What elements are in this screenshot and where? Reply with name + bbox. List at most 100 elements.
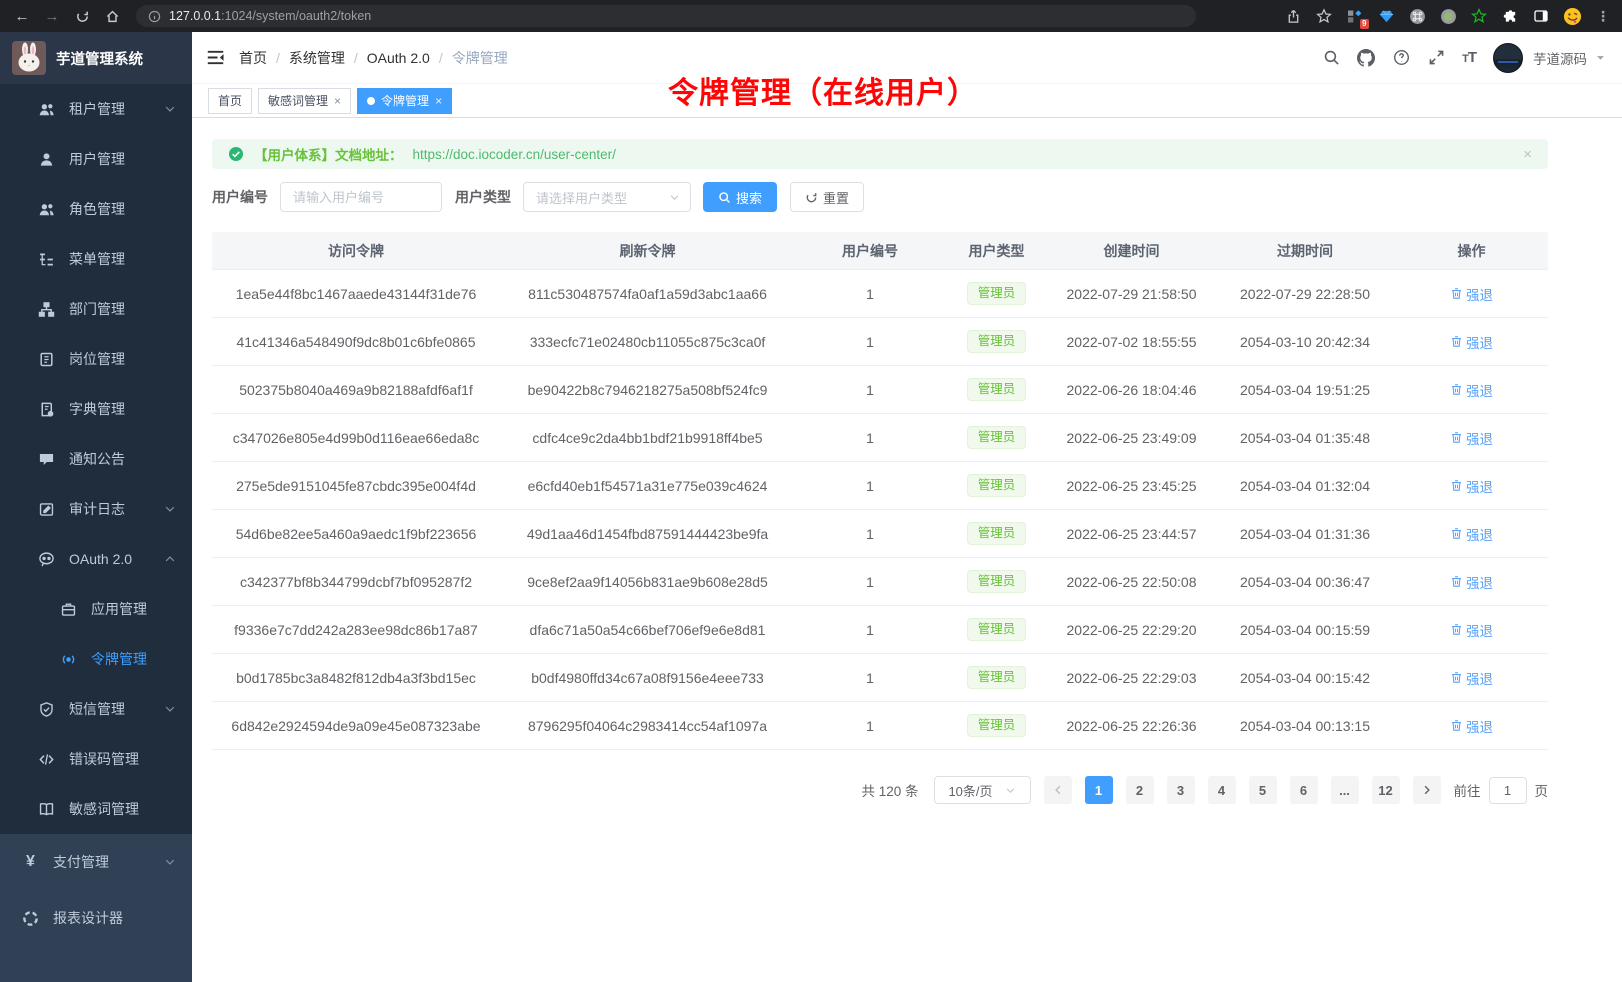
browser-menu-icon[interactable]: ⋮ [1592, 5, 1614, 27]
user-type-select[interactable]: 请选择用户类型 [523, 182, 691, 212]
page-button-1[interactable]: 1 [1085, 776, 1113, 804]
help-icon[interactable] [1392, 49, 1410, 67]
sidebar-item-post[interactable]: 岗位管理 [0, 334, 192, 384]
force-logout-button[interactable]: 强退 [1450, 524, 1493, 544]
column-header: 过期时间 [1215, 241, 1395, 261]
extension-grid-icon[interactable]: 9 [1344, 5, 1366, 27]
breadcrumb-item[interactable]: OAuth 2.0 [367, 50, 430, 66]
side-panel-icon[interactable] [1530, 5, 1552, 27]
force-logout-button[interactable]: 强退 [1450, 716, 1493, 736]
page-button-4[interactable]: 4 [1208, 776, 1236, 804]
user-icon [38, 151, 55, 168]
table-row: c342377bf8b344799dcbf7bf095287f29ce8ef2a… [212, 558, 1548, 606]
prev-page-button[interactable] [1044, 776, 1072, 804]
github-icon[interactable] [1357, 49, 1375, 67]
share-icon[interactable] [1282, 5, 1304, 27]
alert-doc-link[interactable]: https://doc.iocoder.cn/user-center/ [413, 147, 616, 162]
tab-sensitive-word[interactable]: 敏感词管理× [258, 88, 351, 114]
table-row: 502375b8040a469a9b82188afdf6af1fbe90422b… [212, 366, 1548, 414]
sidebar-item-dict[interactable]: 字典管理 [0, 384, 192, 434]
profile-avatar-icon[interactable] [1561, 5, 1583, 27]
app-logo[interactable]: 芋道管理系统 [0, 32, 192, 84]
next-page-button[interactable] [1413, 776, 1441, 804]
command-extension-icon[interactable] [1406, 5, 1428, 27]
page-buttons: 123456...12 [1085, 776, 1400, 804]
page-size-select[interactable]: 10条/页 [934, 776, 1031, 804]
force-logout-button[interactable]: 强退 [1450, 332, 1493, 352]
sidebar-item-oauth2-token[interactable]: 令牌管理 [0, 634, 192, 684]
sidebar-item-error-code[interactable]: 错误码管理 [0, 734, 192, 784]
user-name[interactable]: 芋道源码 [1533, 48, 1587, 68]
sidebar-item-notice[interactable]: 通知公告 [0, 434, 192, 484]
goto-page-input[interactable] [1489, 777, 1527, 804]
browser-refresh-icon[interactable] [68, 3, 96, 29]
sidebar-item-tenant[interactable]: 租户管理 [0, 84, 192, 134]
sidebar-item-report-designer[interactable]: 报表设计器 [0, 890, 192, 946]
user-id-label: 用户编号 [212, 187, 268, 207]
sidebar-item-menu[interactable]: 菜单管理 [0, 234, 192, 284]
force-logout-label: 强退 [1466, 620, 1493, 640]
force-logout-button[interactable]: 强退 [1450, 572, 1493, 592]
close-icon[interactable]: × [334, 94, 341, 108]
force-logout-label: 强退 [1466, 476, 1493, 496]
force-logout-button[interactable]: 强退 [1450, 668, 1493, 688]
sidebar-item-dept[interactable]: 部门管理 [0, 284, 192, 334]
sidebar-fold-icon[interactable] [206, 48, 225, 67]
page-button-5[interactable]: 5 [1249, 776, 1277, 804]
user-id-input[interactable] [280, 182, 442, 212]
search-button[interactable]: 搜索 [703, 182, 777, 212]
tab-token[interactable]: 令牌管理× [357, 88, 452, 114]
refresh-icon [805, 191, 818, 204]
sidebar-item-user[interactable]: 用户管理 [0, 134, 192, 184]
address-bar[interactable]: 127.0.0.1:1024/system/oauth2/token [136, 5, 1196, 27]
green-star-extension-icon[interactable] [1468, 5, 1490, 27]
page-button-3[interactable]: 3 [1167, 776, 1195, 804]
page-button-2[interactable]: 2 [1126, 776, 1154, 804]
access-token-cell: 502375b8040a469a9b82188afdf6af1f [212, 382, 500, 398]
user-avatar[interactable] [1493, 43, 1523, 73]
report-icon [22, 910, 39, 927]
puzzle-extensions-icon[interactable] [1499, 5, 1521, 27]
tab-home[interactable]: 首页 [208, 88, 252, 114]
force-logout-button[interactable]: 强退 [1450, 284, 1493, 304]
sidebar-item-oauth2[interactable]: OAuth 2.0 [0, 534, 192, 584]
force-logout-button[interactable]: 强退 [1450, 620, 1493, 640]
action-cell: 强退 [1395, 284, 1548, 304]
force-logout-label: 强退 [1466, 572, 1493, 592]
reset-button[interactable]: 重置 [790, 182, 864, 212]
browser-forward-icon[interactable]: → [38, 3, 66, 29]
page-button-12[interactable]: 12 [1372, 776, 1400, 804]
sidebar-item-sms[interactable]: 短信管理 [0, 684, 192, 734]
created-time-cell: 2022-07-29 21:58:50 [1048, 286, 1215, 302]
alert-close-icon[interactable]: × [1523, 146, 1532, 163]
page-button-6[interactable]: 6 [1290, 776, 1318, 804]
force-logout-button[interactable]: 强退 [1450, 428, 1493, 448]
user-id-cell: 1 [795, 526, 945, 542]
sidebar-item-pay[interactable]: ¥支付管理 [0, 834, 192, 890]
breadcrumb-item[interactable]: 首页 [239, 48, 267, 68]
recorder-extension-icon[interactable] [1437, 5, 1459, 27]
breadcrumb-item[interactable]: 系统管理 [289, 48, 345, 68]
force-logout-button[interactable]: 强退 [1450, 380, 1493, 400]
fullscreen-icon[interactable] [1427, 49, 1445, 67]
bookmark-star-icon[interactable] [1313, 5, 1335, 27]
extension-badge: 9 [1360, 19, 1369, 29]
user-type-badge: 管理员 [967, 666, 1027, 689]
table-row: f9336e7c7dd242a283ee98dc86b17a87dfa6c71a… [212, 606, 1548, 654]
force-logout-button[interactable]: 强退 [1450, 476, 1493, 496]
sidebar-item-role[interactable]: 角色管理 [0, 184, 192, 234]
sidebar-item-sensitive-word[interactable]: 敏感词管理 [0, 784, 192, 834]
browser-home-icon[interactable] [98, 3, 126, 29]
sidebar-item-oauth2-app[interactable]: 应用管理 [0, 584, 192, 634]
page-ellipsis[interactable]: ... [1331, 776, 1359, 804]
browser-back-icon[interactable]: ← [8, 3, 36, 29]
force-logout-label: 强退 [1466, 284, 1493, 304]
search-icon[interactable] [1322, 49, 1340, 67]
action-cell: 强退 [1395, 668, 1548, 688]
close-icon[interactable]: × [435, 94, 442, 108]
gem-extension-icon[interactable] [1375, 5, 1397, 27]
font-size-icon[interactable]: TT [1462, 49, 1476, 66]
filter-bar: 用户编号 用户类型 请选择用户类型 搜索 重置 [212, 182, 1548, 212]
oauth-icon [38, 551, 55, 568]
sidebar-item-audit-log[interactable]: 审计日志 [0, 484, 192, 534]
